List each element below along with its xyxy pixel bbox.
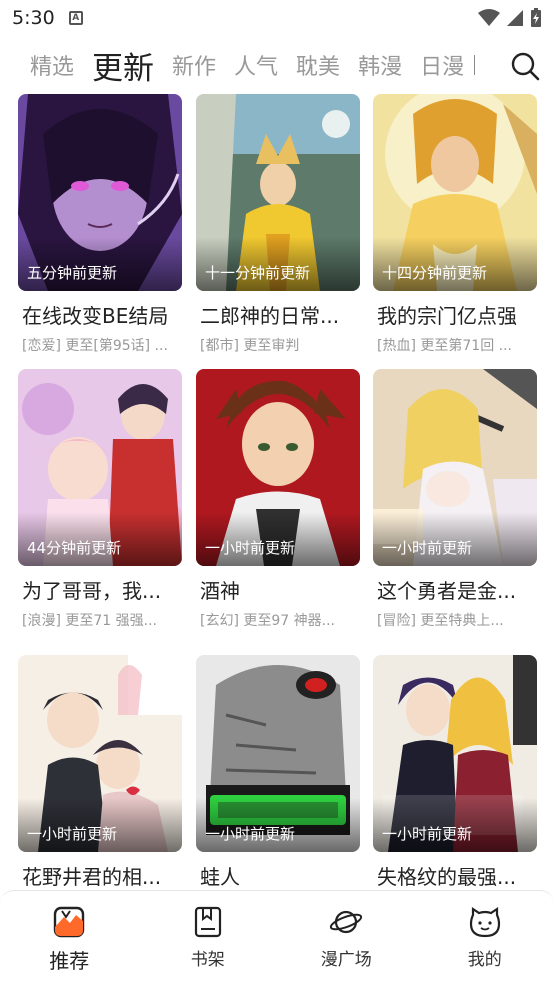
update-time: 一小时前更新 (205, 825, 296, 843)
tab-japanese[interactable]: 日漫 (420, 49, 464, 81)
comic-subtitle: [恋爱] 更至[第95话] ... (22, 338, 168, 354)
planet-icon (330, 910, 363, 934)
update-time: 十四分钟前更新 (382, 264, 488, 282)
tab-bl[interactable]: 耽美 (296, 49, 340, 81)
comic-subtitle: [浪漫] 更至71 强强... (22, 613, 157, 629)
tab-korean[interactable]: 韩漫 (358, 49, 402, 81)
comic-title[interactable]: 蛙人 (196, 861, 360, 890)
nav-label: 我的 (467, 950, 502, 970)
comic-card[interactable]: 十一分钟前更新 二郎神的日常... [都市] 更至审判 (196, 94, 360, 355)
comic-title[interactable]: 为了哥哥，我... (18, 575, 182, 604)
signal-icon (507, 10, 523, 26)
comic-card[interactable]: 五分钟前更新 在线改变BE结局 [恋爱] 更至[第95话] ... (18, 94, 182, 355)
comic-subtitle: [都市] 更至审判 (200, 338, 300, 354)
bottom-nav: 推荐 书架 漫广场 我的 (0, 890, 554, 984)
comic-grid: 五分钟前更新 在线改变BE结局 [恋爱] 更至[第95话] ... 十一分钟前更… (0, 94, 554, 890)
update-time: 十一分钟前更新 (205, 264, 311, 282)
comic-cover[interactable]: 一小时前更新 (373, 369, 537, 566)
tab-featured[interactable]: 精选 (30, 49, 74, 81)
tab-new[interactable]: 新作 (172, 49, 216, 81)
update-time: 44分钟前更新 (27, 539, 122, 557)
comic-title[interactable]: 花野井君的相... (18, 861, 182, 890)
comic-subtitle: [冒险] 更至特典上... (377, 613, 504, 629)
comic-card[interactable]: 一小时前更新 失格纹的最强... (373, 655, 537, 890)
update-time: 五分钟前更新 (27, 264, 118, 282)
comic-card[interactable]: 一小时前更新 花野井君的相... (18, 655, 182, 890)
status-time: 5:30 (12, 7, 55, 29)
notification-icon: A (68, 11, 83, 25)
comic-subtitle: [热血] 更至第71回 ... (377, 338, 512, 354)
recommend-icon (54, 906, 85, 938)
tab-divider (474, 55, 476, 75)
nav-profile[interactable]: 我的 (416, 891, 554, 984)
comic-cover[interactable]: 一小时前更新 (196, 655, 360, 852)
comic-cover[interactable]: 五分钟前更新 (18, 94, 182, 291)
tab-updates[interactable]: 更新 (92, 43, 154, 88)
comic-cover[interactable]: 44分钟前更新 (18, 369, 182, 566)
comic-cover[interactable]: 十四分钟前更新 (373, 94, 537, 291)
status-icons (478, 8, 542, 28)
comic-title[interactable]: 二郎神的日常... (196, 300, 360, 329)
nav-bookshelf[interactable]: 书架 (139, 891, 278, 984)
comic-title[interactable]: 酒神 (196, 575, 360, 604)
category-tabs: 精选 更新 新作 人气 耽美 韩漫 日漫 (0, 40, 554, 90)
update-time: 一小时前更新 (382, 825, 473, 843)
comic-title[interactable]: 这个勇者是金... (373, 575, 537, 604)
nav-label: 书架 (190, 950, 225, 970)
comic-card[interactable]: 一小时前更新 这个勇者是金... [冒险] 更至特典上... (373, 369, 537, 630)
update-time: 一小时前更新 (27, 825, 118, 843)
battery-icon (531, 8, 541, 27)
nav-plaza[interactable]: 漫广场 (277, 891, 416, 984)
nav-label: 漫广场 (320, 950, 372, 970)
comic-card[interactable]: 十四分钟前更新 我的宗门亿点强 [热血] 更至第71回 ... (373, 94, 537, 355)
comic-card[interactable]: 44分钟前更新 为了哥哥，我... [浪漫] 更至71 强强... (18, 369, 182, 630)
wifi-icon (478, 9, 500, 26)
bookshelf-icon (194, 906, 221, 938)
update-time: 一小时前更新 (205, 539, 296, 557)
nav-label: 推荐 (49, 949, 90, 973)
comic-cover[interactable]: 一小时前更新 (18, 655, 182, 852)
comic-cover[interactable]: 一小时前更新 (373, 655, 537, 852)
update-time: 一小时前更新 (382, 539, 473, 557)
comic-cover[interactable]: 一小时前更新 (196, 369, 360, 566)
comic-cover[interactable]: 十一分钟前更新 (196, 94, 360, 291)
status-bar: 5:30 A (0, 0, 554, 36)
search-icon[interactable] (510, 51, 540, 81)
comic-title[interactable]: 在线改变BE结局 (18, 300, 182, 329)
comic-subtitle: [玄幻] 更至97 神器... (200, 613, 335, 629)
comic-card[interactable]: 一小时前更新 蛙人 (196, 655, 360, 890)
nav-recommend[interactable]: 推荐 (0, 891, 139, 984)
tab-popular[interactable]: 人气 (234, 49, 278, 81)
comic-title[interactable]: 失格纹的最强... (373, 861, 537, 890)
comic-title[interactable]: 我的宗门亿点强 (373, 300, 537, 329)
comic-card[interactable]: 一小时前更新 酒神 [玄幻] 更至97 神器... (196, 369, 360, 630)
cat-face-icon (469, 906, 500, 938)
